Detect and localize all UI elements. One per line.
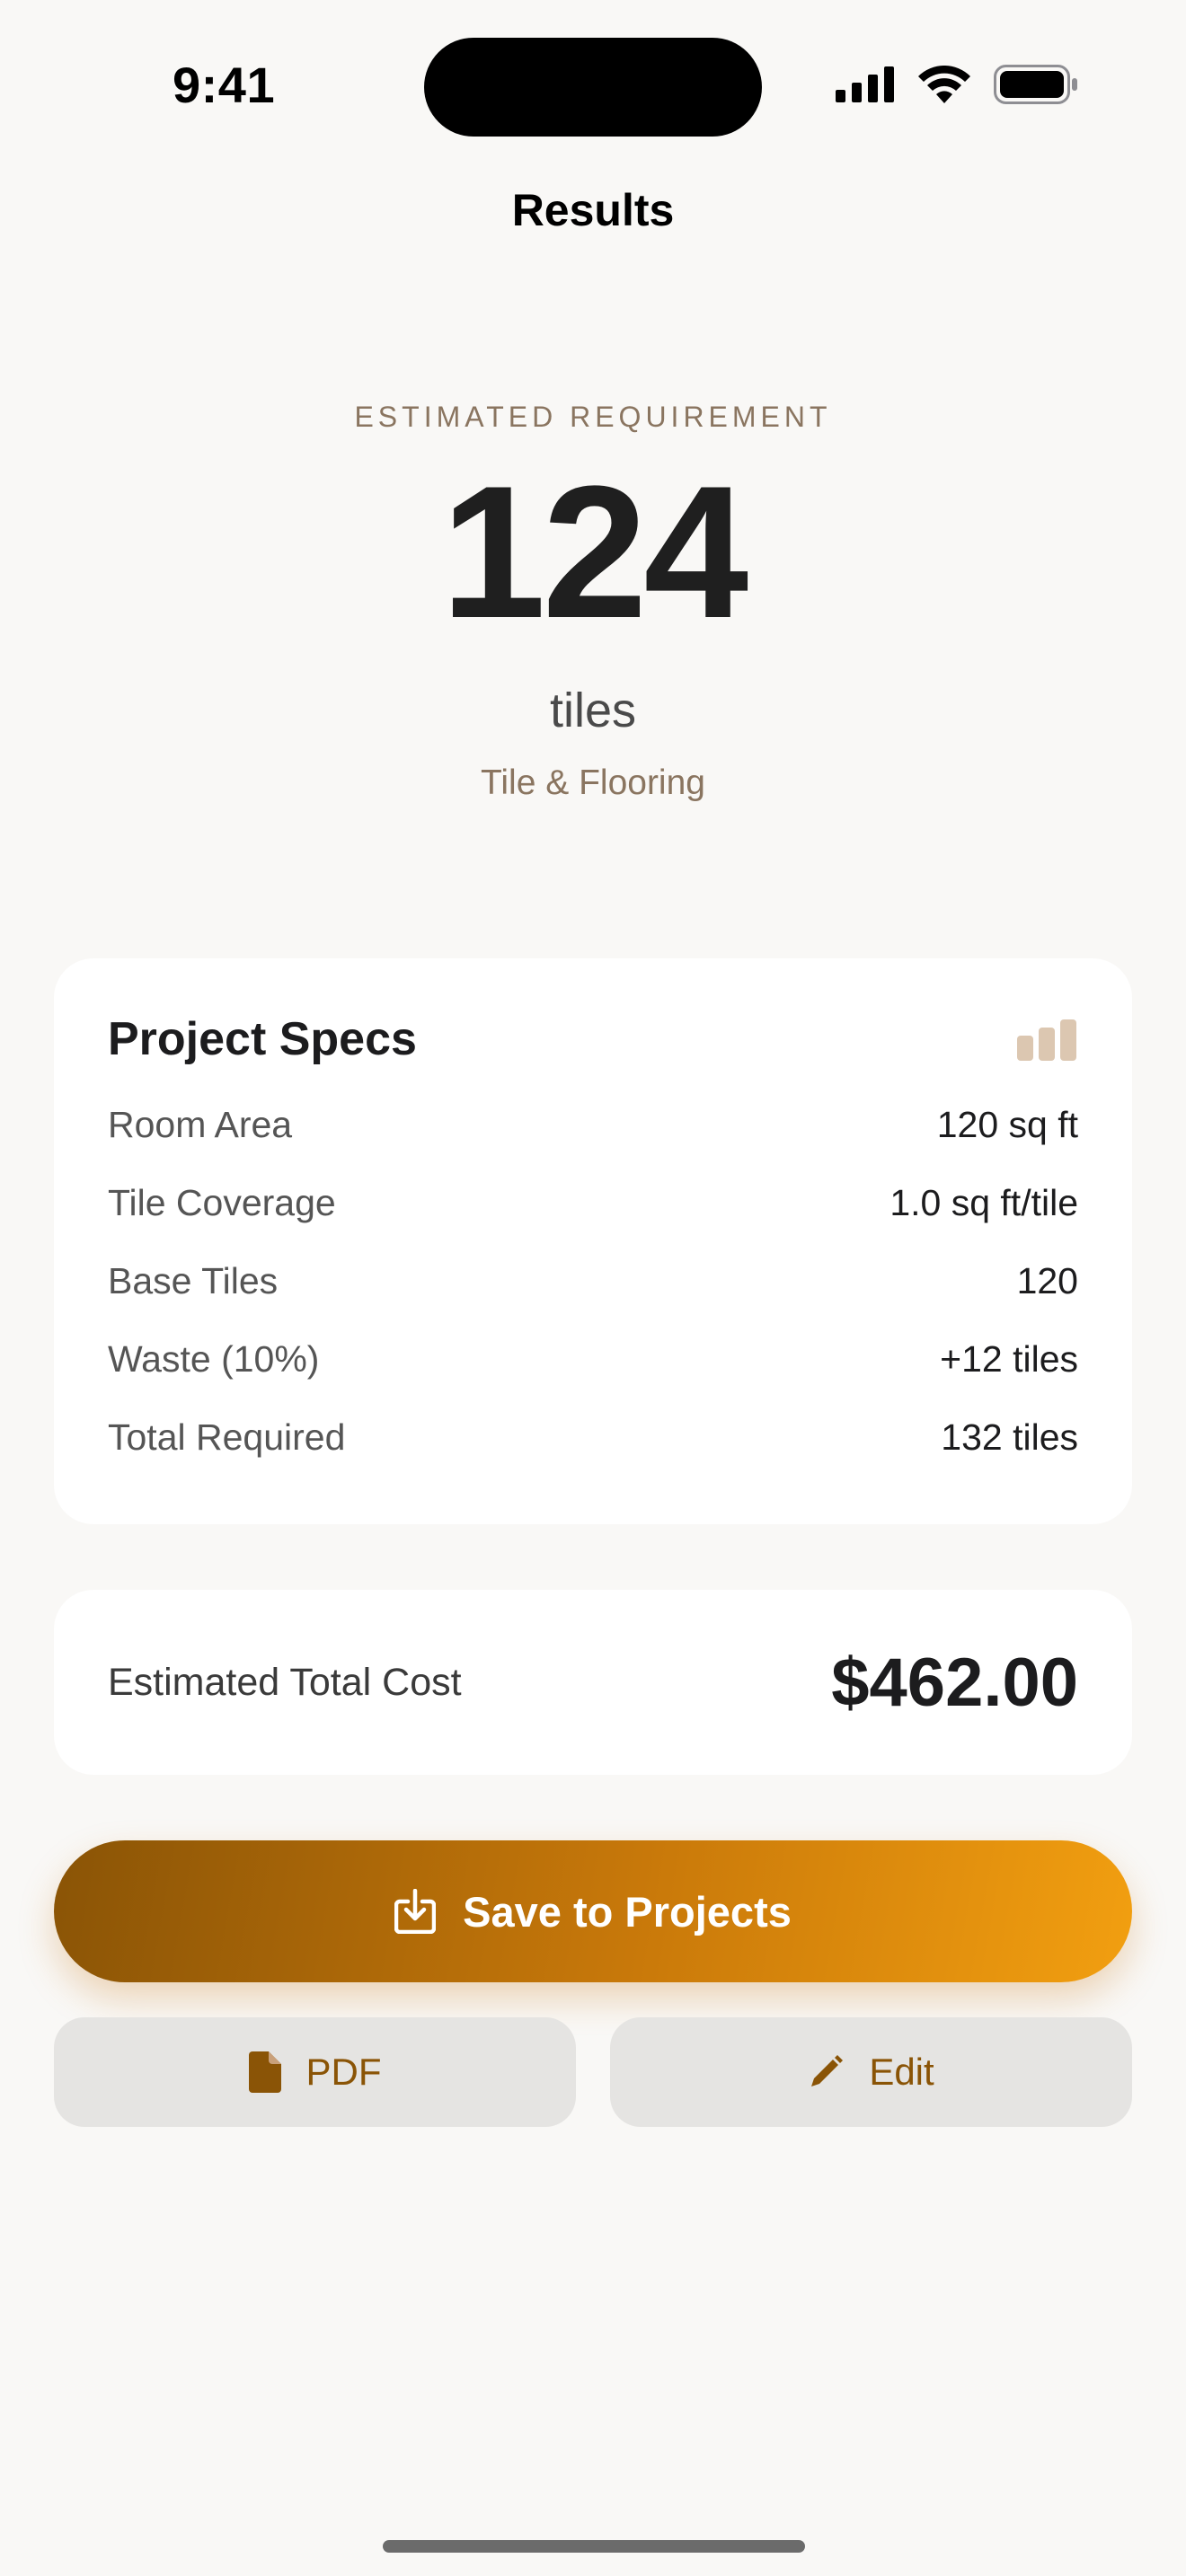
spec-value: 1.0 sq ft/tile: [890, 1182, 1078, 1223]
spec-label: Waste (10%): [108, 1338, 320, 1380]
cellular-signal-icon: [836, 66, 894, 102]
estimated-cost-card: Estimated Total Cost $462.00: [54, 1590, 1132, 1775]
status-icons: [836, 65, 1078, 104]
document-icon: [248, 2051, 281, 2093]
battery-icon: [994, 65, 1077, 104]
hero-category: Tile & Flooring: [481, 763, 705, 802]
spec-value: 120 sq ft: [936, 1104, 1078, 1145]
cost-label: Estimated Total Cost: [108, 1660, 462, 1704]
spec-row-base-tiles: Base Tiles 120: [108, 1260, 1078, 1302]
cost-value: $462.00: [831, 1644, 1078, 1721]
bar-chart-icon: [1017, 1019, 1076, 1061]
download-box-icon: [394, 1889, 437, 1934]
pdf-button-label: PDF: [305, 2051, 382, 2093]
hero-count: 124: [440, 446, 748, 657]
home-indicator[interactable]: [383, 2540, 805, 2553]
project-specs-card: Project Specs Room Area 120 sq ft Tile C…: [54, 958, 1132, 1524]
spec-label: Room Area: [108, 1104, 293, 1145]
spec-row-waste: Waste (10%) +12 tiles: [108, 1338, 1078, 1381]
dynamic-island: [424, 38, 762, 137]
save-button-label: Save to Projects: [463, 1887, 792, 1936]
spec-label: Base Tiles: [108, 1260, 279, 1301]
spec-value: +12 tiles: [940, 1338, 1078, 1380]
save-to-projects-button[interactable]: Save to Projects: [54, 1840, 1132, 1982]
status-time: 9:41: [173, 57, 276, 113]
spec-label: Tile Coverage: [108, 1182, 336, 1223]
pencil-icon: [811, 2055, 844, 2086]
hero-eyebrow: ESTIMATED REQUIREMENT: [354, 401, 832, 433]
spec-row-room-area: Room Area 120 sq ft: [108, 1104, 1078, 1146]
specs-title: Project Specs: [108, 1013, 417, 1065]
pdf-button[interactable]: PDF: [54, 2017, 576, 2127]
spec-value: 120: [1016, 1260, 1078, 1301]
edit-button-label: Edit: [869, 2051, 934, 2093]
page-title: Results: [511, 185, 675, 235]
spec-row-total-required: Total Required 132 tiles: [108, 1416, 1078, 1459]
edit-button[interactable]: Edit: [610, 2017, 1132, 2127]
spec-row-tile-coverage: Tile Coverage 1.0 sq ft/tile: [108, 1182, 1078, 1224]
spec-value: 132 tiles: [941, 1416, 1078, 1458]
spec-label: Total Required: [108, 1416, 346, 1458]
wifi-icon: [918, 66, 970, 103]
hero-unit: tiles: [549, 684, 637, 737]
